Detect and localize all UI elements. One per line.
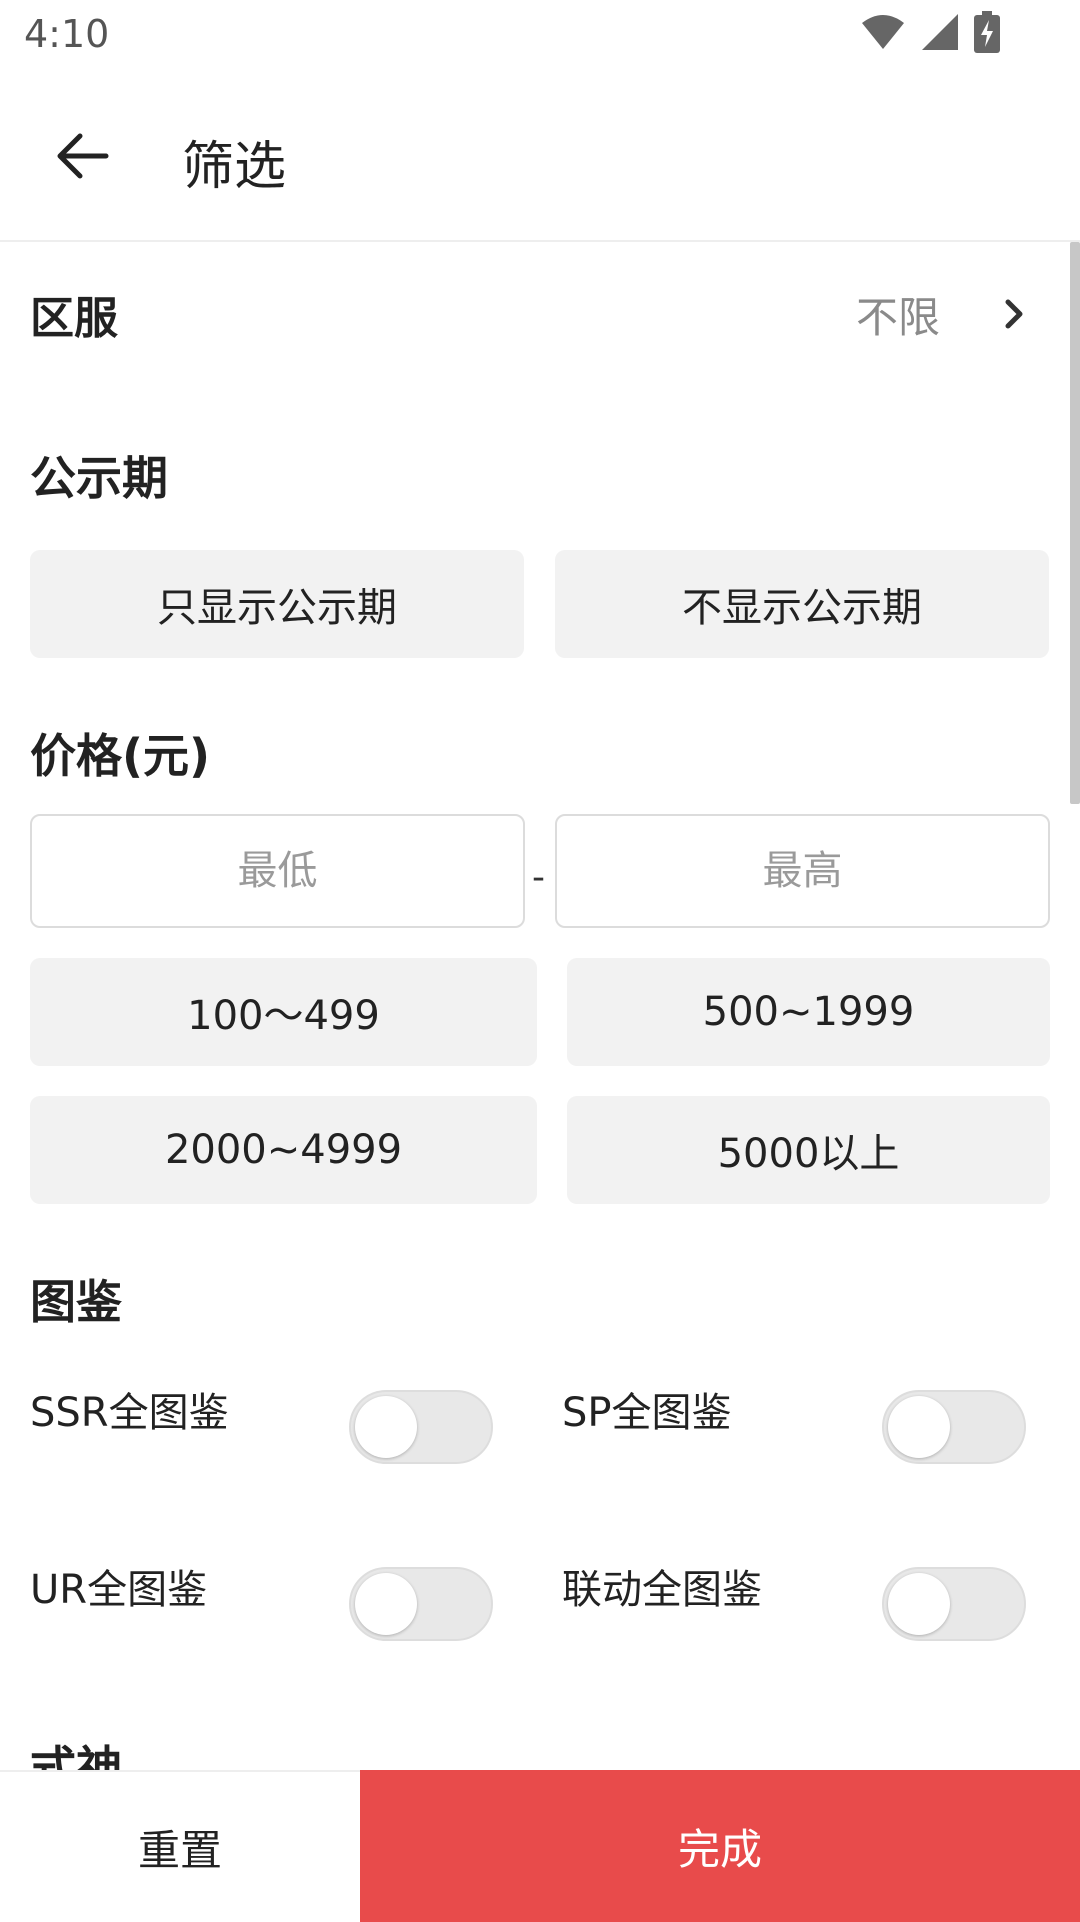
filter-content[interactable]: 区服 不限 公示期 只显示公示期 不显示公示期 价格(元) - 100～499 … — [0, 242, 1080, 1770]
chevron-right-icon — [1005, 299, 1023, 329]
toggle-ssr[interactable] — [349, 1390, 493, 1464]
status-bar: 4:10 — [0, 0, 1080, 72]
wifi-icon — [860, 13, 906, 55]
status-icons — [860, 11, 1000, 57]
toggle-label-collab: 联动全图鉴 — [562, 1567, 762, 1613]
price-range-chip[interactable]: 500~1999 — [567, 958, 1050, 1066]
toggle-knob — [888, 1573, 950, 1635]
status-time: 4:10 — [24, 12, 110, 56]
price-separator: - — [532, 857, 545, 898]
shikigami-title: 式神 — [30, 1741, 122, 1770]
region-label: 区服 — [30, 293, 118, 344]
price-max-input[interactable] — [555, 814, 1050, 928]
toggle-label-ur: UR全图鉴 — [30, 1567, 208, 1613]
toggle-label-sp: SP全图鉴 — [562, 1390, 732, 1436]
toggle-knob — [888, 1396, 950, 1458]
price-range-chip[interactable]: 2000~4999 — [30, 1096, 537, 1204]
price-range-chip[interactable]: 100～499 — [30, 958, 537, 1066]
toggle-label-ssr: SSR全图鉴 — [30, 1390, 229, 1436]
region-row[interactable]: 区服 不限 — [30, 242, 1050, 372]
signal-icon — [920, 12, 960, 56]
region-value: 不限 — [855, 293, 940, 342]
toggle-collab[interactable] — [882, 1567, 1026, 1641]
app-bar: 筛选 — [0, 72, 1080, 242]
publicity-option-show-only[interactable]: 只显示公示期 — [30, 550, 524, 658]
page-title: 筛选 — [182, 137, 287, 197]
done-button[interactable]: 完成 — [360, 1770, 1080, 1922]
battery-charging-icon — [974, 11, 1000, 57]
toggle-knob — [355, 1396, 417, 1458]
price-title: 价格(元) — [30, 729, 211, 783]
scrollbar[interactable] — [1070, 242, 1080, 804]
toggle-ur[interactable] — [349, 1567, 493, 1641]
reset-button[interactable]: 重置 — [0, 1772, 360, 1922]
price-min-input[interactable] — [30, 814, 525, 928]
collection-title: 图鉴 — [30, 1275, 122, 1329]
toggle-knob — [355, 1573, 417, 1635]
publicity-title: 公示期 — [30, 451, 168, 505]
price-range-chip[interactable]: 5000以上 — [567, 1096, 1050, 1204]
back-button[interactable] — [40, 114, 124, 198]
toggle-sp[interactable] — [882, 1390, 1026, 1464]
publicity-option-hide[interactable]: 不显示公示期 — [555, 550, 1049, 658]
back-arrow-icon — [57, 133, 109, 179]
bottom-action-bar: 重置 完成 — [0, 1770, 1080, 1922]
